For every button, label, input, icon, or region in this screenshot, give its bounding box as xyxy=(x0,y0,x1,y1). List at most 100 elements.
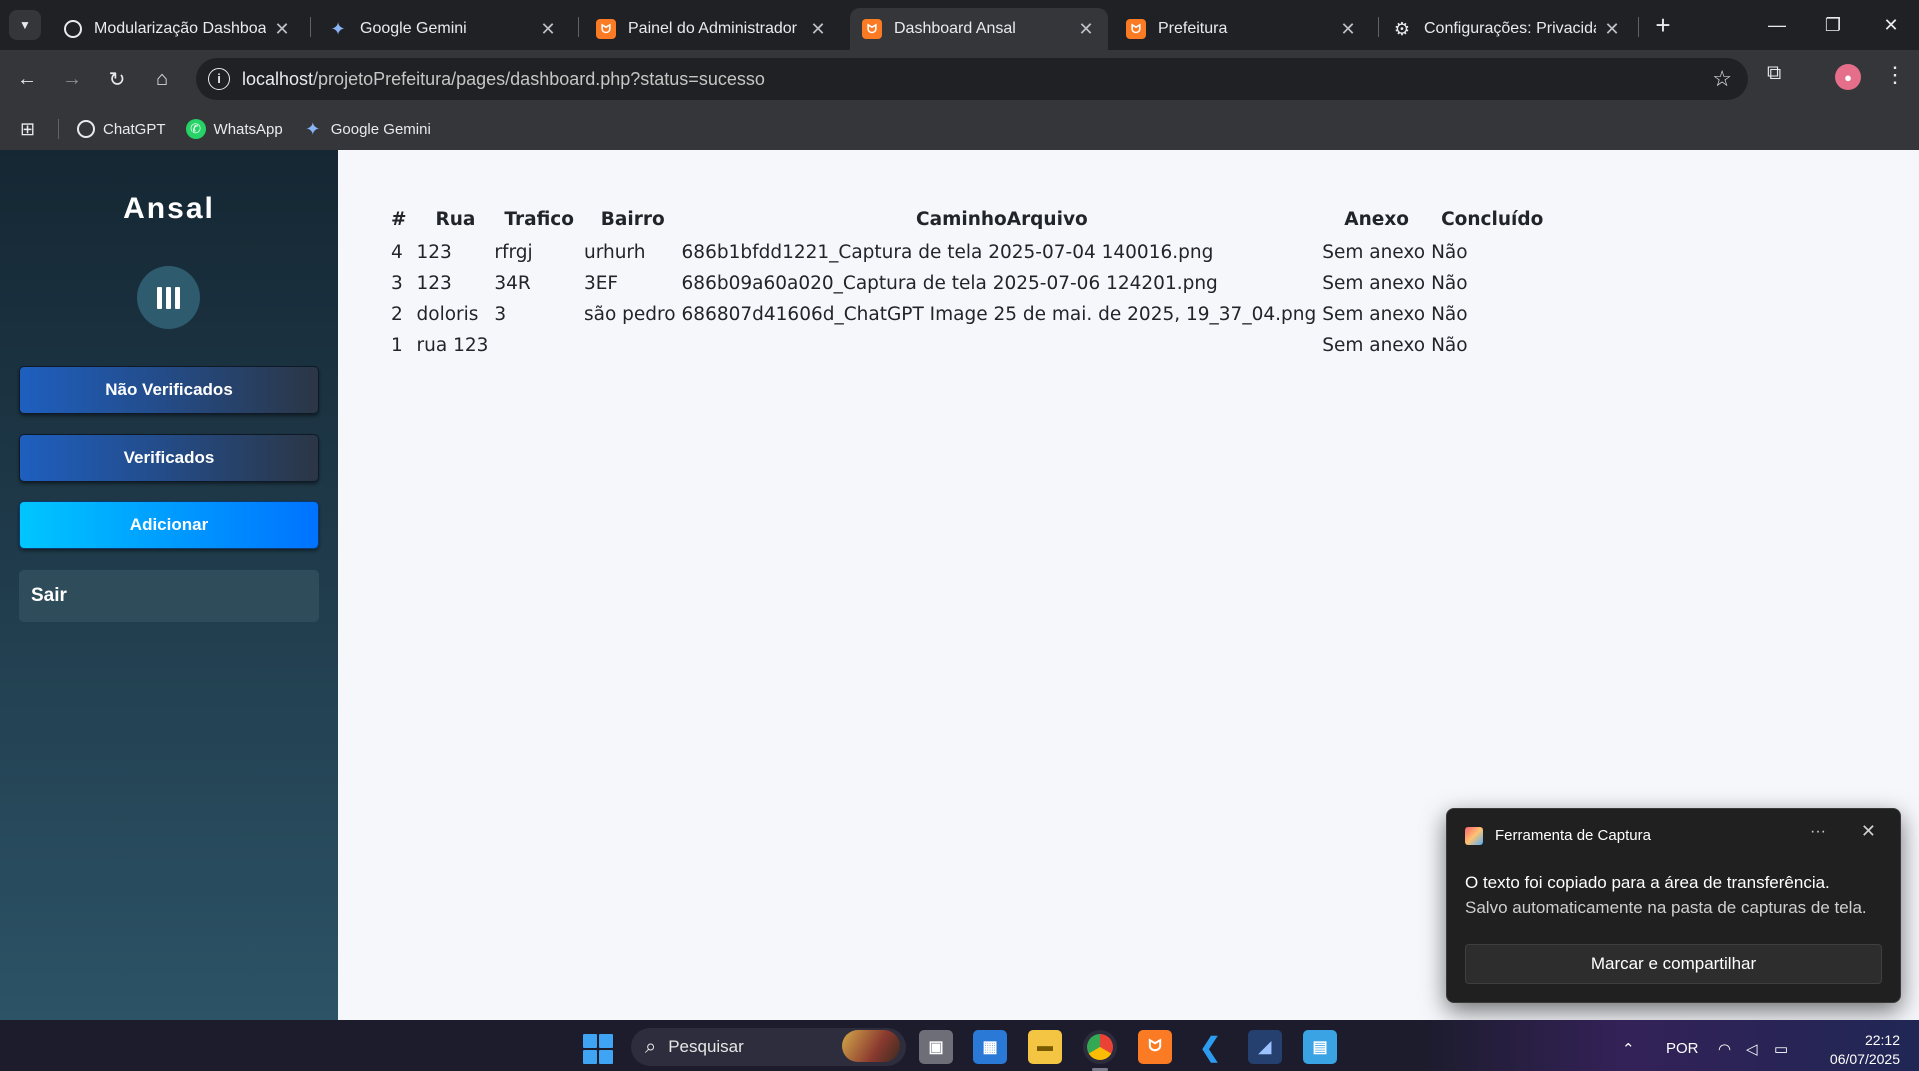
cell-concluido: Não xyxy=(1431,242,1468,263)
cell-trafico: 3 xyxy=(494,304,507,325)
bookmark-label: WhatsApp xyxy=(213,120,283,138)
chrome-icon[interactable] xyxy=(1083,1030,1117,1064)
cell-id: 1 xyxy=(391,335,403,356)
tab-divider xyxy=(1378,17,1379,37)
table-row: 3 123 34R 3EF 686b09a60a020_Captura de t… xyxy=(388,268,1553,299)
minimize-button[interactable]: — xyxy=(1757,8,1797,42)
task-view-icon[interactable]: ▣ xyxy=(919,1030,953,1064)
taskbar-clock[interactable]: 22:12 06/07/2025 xyxy=(1816,1031,1900,1069)
bookmark-divider xyxy=(58,119,59,139)
forward-button[interactable]: → xyxy=(55,62,89,96)
column-header-concluido: Concluído xyxy=(1441,209,1544,230)
menu-toggle-button[interactable] xyxy=(137,266,200,329)
nao-verificados-button[interactable]: Não Verificados xyxy=(19,366,319,414)
volume-icon[interactable]: ◁ xyxy=(1746,1040,1758,1058)
xampp-icon: ᗢ xyxy=(596,19,616,39)
whatsapp-icon: ✆ xyxy=(185,119,206,139)
cell-id: 3 xyxy=(391,273,403,294)
xampp-icon[interactable]: ᗢ xyxy=(1138,1030,1172,1064)
column-header-anexo: Anexo xyxy=(1344,209,1409,230)
extensions-icon[interactable]: ⧉ xyxy=(1767,62,1781,85)
table-header-row: # Rua Trafico Bairro CaminhoArquivo Anex… xyxy=(388,205,1553,237)
cell-rua: doloris xyxy=(416,304,479,325)
tab-prefeitura[interactable]: ᗢ Prefeitura ✕ xyxy=(1114,8,1370,50)
language-indicator[interactable]: POR xyxy=(1666,1040,1699,1057)
cell-rua: 123 xyxy=(416,273,452,294)
marcar-compartilhar-button[interactable]: Marcar e compartilhar xyxy=(1465,944,1882,984)
cell-anexo: Sem anexo xyxy=(1322,335,1426,356)
file-explorer-icon[interactable]: ▬ xyxy=(1028,1030,1062,1064)
tab-painel-administrador[interactable]: ᗢ Painel do Administrador ✕ xyxy=(584,8,840,50)
cell-concluido: Não xyxy=(1431,335,1468,356)
notification-message: O texto foi copiado para a área de trans… xyxy=(1465,873,1830,892)
cell-anexo: Sem anexo xyxy=(1322,304,1426,325)
close-icon[interactable]: ✕ xyxy=(1602,19,1622,40)
cell-caminho-arquivo: 686b09a60a020_Captura de tela 2025-07-06… xyxy=(681,273,1218,294)
site-info-icon[interactable]: i xyxy=(208,68,230,90)
mysql-workbench-icon[interactable]: ◢ xyxy=(1248,1030,1282,1064)
cell-caminho-arquivo: 686b1bfdd1221_Captura de tela 2025-07-04… xyxy=(681,242,1214,263)
table-row: 4 123 rfrgj urhurh 686b1bfdd1221_Captura… xyxy=(388,237,1553,268)
tab-search-button[interactable]: ▼ xyxy=(9,10,41,40)
search-placeholder: Pesquisar xyxy=(668,1037,744,1056)
microsoft-store-icon[interactable]: ▦ xyxy=(973,1030,1007,1064)
close-window-button[interactable]: ✕ xyxy=(1871,8,1911,42)
bookmark-whatsapp[interactable]: ✆ WhatsApp xyxy=(185,119,283,139)
tab-modularizacao[interactable]: Modularização Dashboard ✕ xyxy=(52,8,304,50)
verificados-button[interactable]: Verificados xyxy=(19,434,319,482)
cell-id: 2 xyxy=(391,304,403,325)
close-icon[interactable]: ✕ xyxy=(1076,19,1096,40)
tab-title: Dashboard Ansal xyxy=(894,20,1016,37)
home-icon: ⌂ xyxy=(155,67,169,90)
cell-id: 4 xyxy=(391,242,403,263)
notification-detail: Salvo automaticamente na pasta de captur… xyxy=(1465,898,1867,917)
more-options-icon[interactable]: ··· xyxy=(1810,823,1826,841)
close-icon[interactable]: ✕ xyxy=(272,19,292,40)
vscode-icon[interactable]: ❮ xyxy=(1193,1030,1227,1064)
url-host: localhost xyxy=(242,69,314,89)
chevron-up-icon[interactable]: ⌃ xyxy=(1622,1040,1635,1058)
tab-configuracoes[interactable]: ⚙ Configurações: Privacidade ✕ xyxy=(1380,8,1634,50)
home-button[interactable]: ⌂ xyxy=(145,62,179,96)
tab-divider xyxy=(578,17,579,37)
close-icon[interactable]: ✕ xyxy=(1338,19,1358,40)
tab-title: Modularização Dashboard xyxy=(94,20,266,37)
close-icon[interactable]: ✕ xyxy=(808,19,828,40)
search-icon: ⌕ xyxy=(645,1035,657,1058)
bookmark-google-gemini[interactable]: ✦ Google Gemini xyxy=(303,119,431,139)
sair-button[interactable]: Sair xyxy=(19,570,319,622)
gemini-icon: ✦ xyxy=(305,118,321,139)
cell-rua: rua 123 xyxy=(416,335,489,356)
bookmark-star-icon[interactable]: ☆ xyxy=(1712,66,1732,92)
clock-time: 22:12 xyxy=(1864,1032,1900,1048)
url-text[interactable]: localhost/projetoPrefeitura/pages/dashbo… xyxy=(242,69,765,90)
restore-button[interactable]: ❐ xyxy=(1813,8,1853,42)
adicionar-button[interactable]: Adicionar xyxy=(19,501,319,549)
browser-menu-icon[interactable]: ⋮ xyxy=(1884,62,1906,88)
records-table: # Rua Trafico Bairro CaminhoArquivo Anex… xyxy=(388,205,1553,361)
new-tab-button[interactable]: + xyxy=(1648,10,1678,41)
browser-toolbar: ← → ↻ ⌂ i localhost/projetoPrefeitura/pa… xyxy=(0,50,1919,108)
windows-start-icon[interactable] xyxy=(583,1034,613,1064)
wifi-icon[interactable]: ◠ xyxy=(1718,1040,1731,1058)
bookmark-chatgpt[interactable]: ChatGPT xyxy=(77,120,166,138)
tab-title: Prefeitura xyxy=(1158,20,1228,37)
address-bar[interactable]: i localhost/projetoPrefeitura/pages/dash… xyxy=(196,58,1748,100)
tab-dashboard-ansal[interactable]: ᗢ Dashboard Ansal ✕ xyxy=(850,8,1108,50)
cell-trafico: 34R xyxy=(494,273,531,294)
column-header-trafico: Trafico xyxy=(504,209,574,230)
cell-caminho-arquivo: 686807d41606d_ChatGPT Image 25 de mai. d… xyxy=(681,304,1317,325)
cell-bairro: urhurh xyxy=(583,242,646,263)
back-button[interactable]: ← xyxy=(10,62,44,96)
apps-grid-icon[interactable]: ⊞ xyxy=(20,119,44,140)
minimize-icon: — xyxy=(1768,14,1786,35)
bar-icon xyxy=(157,286,162,309)
close-icon[interactable]: ✕ xyxy=(1861,821,1876,842)
remote-desktop-icon[interactable]: ▤ xyxy=(1303,1030,1337,1064)
battery-icon[interactable]: ▭ xyxy=(1774,1040,1788,1058)
reload-button[interactable]: ↻ xyxy=(100,62,134,96)
cell-caminho-arquivo xyxy=(682,330,1323,361)
close-icon[interactable]: ✕ xyxy=(538,19,558,40)
tab-google-gemini[interactable]: ✦ Google Gemini ✕ xyxy=(316,8,570,50)
profile-avatar[interactable]: ● xyxy=(1835,64,1861,90)
